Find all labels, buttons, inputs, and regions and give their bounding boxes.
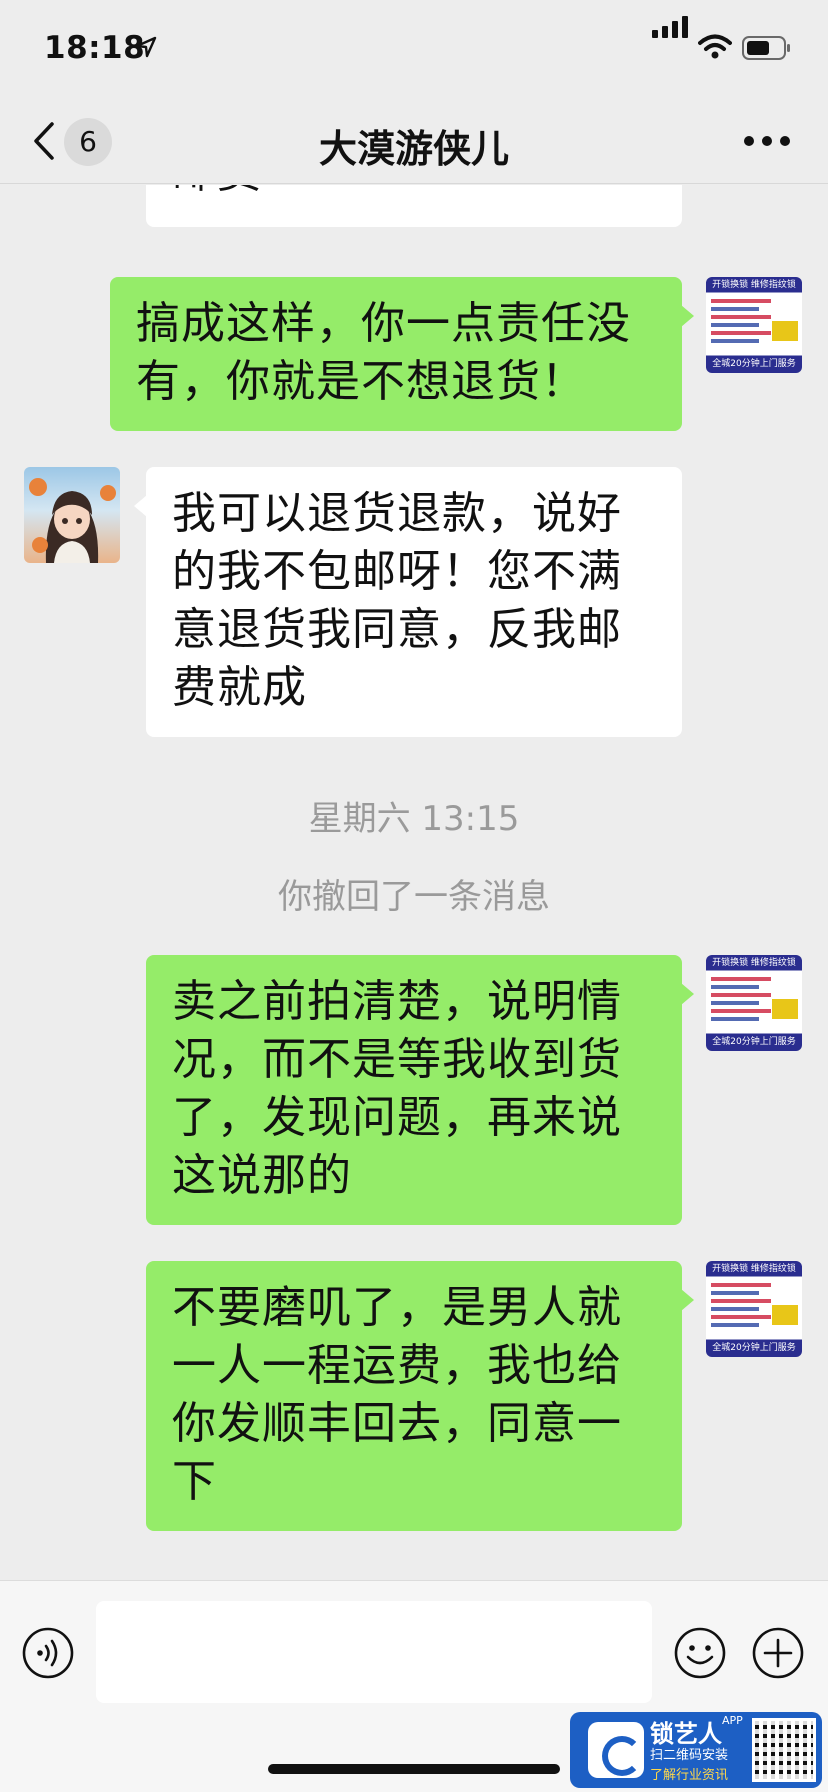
message-bubble-outgoing[interactable]: 不要磨叽了，是男人就一人一程运费，我也给你发顺丰回去，同意一下 — [146, 1261, 694, 1531]
recall-notice: 你撤回了一条消息 — [278, 877, 550, 917]
my-avatar[interactable]: 开锁换锁 维修指纹锁 全城20分钟上门服务 — [706, 955, 802, 1051]
avatar-ad-bottom-text: 全城20分钟上门服务 — [712, 359, 796, 369]
home-indicator[interactable] — [268, 1764, 560, 1774]
contact-avatar[interactable] — [24, 467, 120, 563]
message-timestamp: 星期六 13:15 — [308, 799, 520, 839]
message-text: 不要磨叽了，是男人就一人一程运费，我也给你发顺丰回去，同意一下 — [172, 1282, 622, 1507]
avatar-ad-badge — [772, 321, 798, 341]
chat-header: 6 大漠游侠儿 — [0, 100, 828, 184]
chat-title: 大漠游侠儿 — [318, 127, 509, 171]
watermark-line1: 扫二维码安装 — [650, 1748, 729, 1763]
watermark-app-tag: APP — [722, 1714, 743, 1727]
wifi-icon — [698, 34, 732, 59]
avatar-ad-top-text: 开锁换锁 维修指纹锁 — [712, 280, 796, 290]
message-bubble-outgoing[interactable]: 卖之前拍清楚，说明情况，而不是等我收到货了，发现问题，再来说这说那的 — [146, 955, 694, 1225]
bubble-tail — [134, 495, 147, 517]
bubble-tail — [681, 1289, 694, 1311]
my-avatar[interactable]: 开锁换锁 维修指纹锁 全城20分钟上门服务 — [706, 1261, 802, 1357]
message-text: 我可以退货退款，说好的我不包邮呀！您不满意退货我同意，反我邮费就成 — [172, 488, 622, 713]
avatar-ad-bottom-text: 全城20分钟上门服务 — [712, 1343, 796, 1353]
message-input[interactable] — [96, 1601, 652, 1703]
message-text: 邮费 — [172, 185, 262, 195]
battery-icon — [742, 36, 790, 60]
message-bubble-incoming[interactable]: 我可以退货退款，说好的我不包邮呀！您不满意退货我同意，反我邮费就成 — [134, 467, 682, 737]
status-time: 18:18 — [44, 30, 146, 66]
avatar-ad-lines — [711, 1283, 771, 1331]
bubble-tail — [681, 983, 694, 1005]
suoyiren-logo-icon — [588, 1722, 644, 1778]
avatar-ad-lines — [711, 977, 771, 1025]
emoji-icon[interactable] — [674, 1627, 726, 1679]
avatar-ad-bottom-text: 全城20分钟上门服务 — [712, 1037, 796, 1047]
app-watermark: 锁艺人 APP 扫二维码安装 了解行业资讯 — [570, 1712, 822, 1788]
message-bubble-incoming[interactable]: 邮费 — [146, 185, 682, 227]
avatar-ad-lines — [711, 299, 771, 347]
avatar-ad-top-text: 开锁换锁 维修指纹锁 — [712, 1264, 796, 1274]
my-avatar[interactable]: 开锁换锁 维修指纹锁 全城20分钟上门服务 — [706, 277, 802, 373]
more-options-icon[interactable] — [744, 136, 790, 148]
message-text: 搞成这样，你一点责任没有，你就是不想退货！ — [136, 298, 631, 407]
avatar-ad-badge — [772, 1305, 798, 1325]
message-list[interactable]: 邮费 搞成这样，你一点责任没有，你就是不想退货！ 开锁换锁 维修指纹锁 全城20… — [0, 185, 828, 1580]
add-attachment-icon[interactable] — [752, 1627, 804, 1679]
message-bubble-outgoing[interactable]: 搞成这样，你一点责任没有，你就是不想退货！ — [110, 277, 694, 431]
bubble-tail — [681, 305, 694, 327]
avatar-ad-badge — [772, 999, 798, 1019]
girl-portrait-icon — [29, 478, 116, 563]
watermark-line2: 了解行业资讯 — [650, 1768, 729, 1783]
voice-input-icon[interactable] — [22, 1627, 74, 1679]
location-arrow-icon — [135, 36, 157, 58]
status-bar: 18:18 — [0, 0, 828, 100]
avatar-ad-top-text: 开锁换锁 维修指纹锁 — [712, 958, 796, 968]
message-text: 卖之前拍清楚，说明情况，而不是等我收到货了，发现问题，再来说这说那的 — [172, 976, 622, 1201]
qr-code-icon — [752, 1718, 816, 1782]
